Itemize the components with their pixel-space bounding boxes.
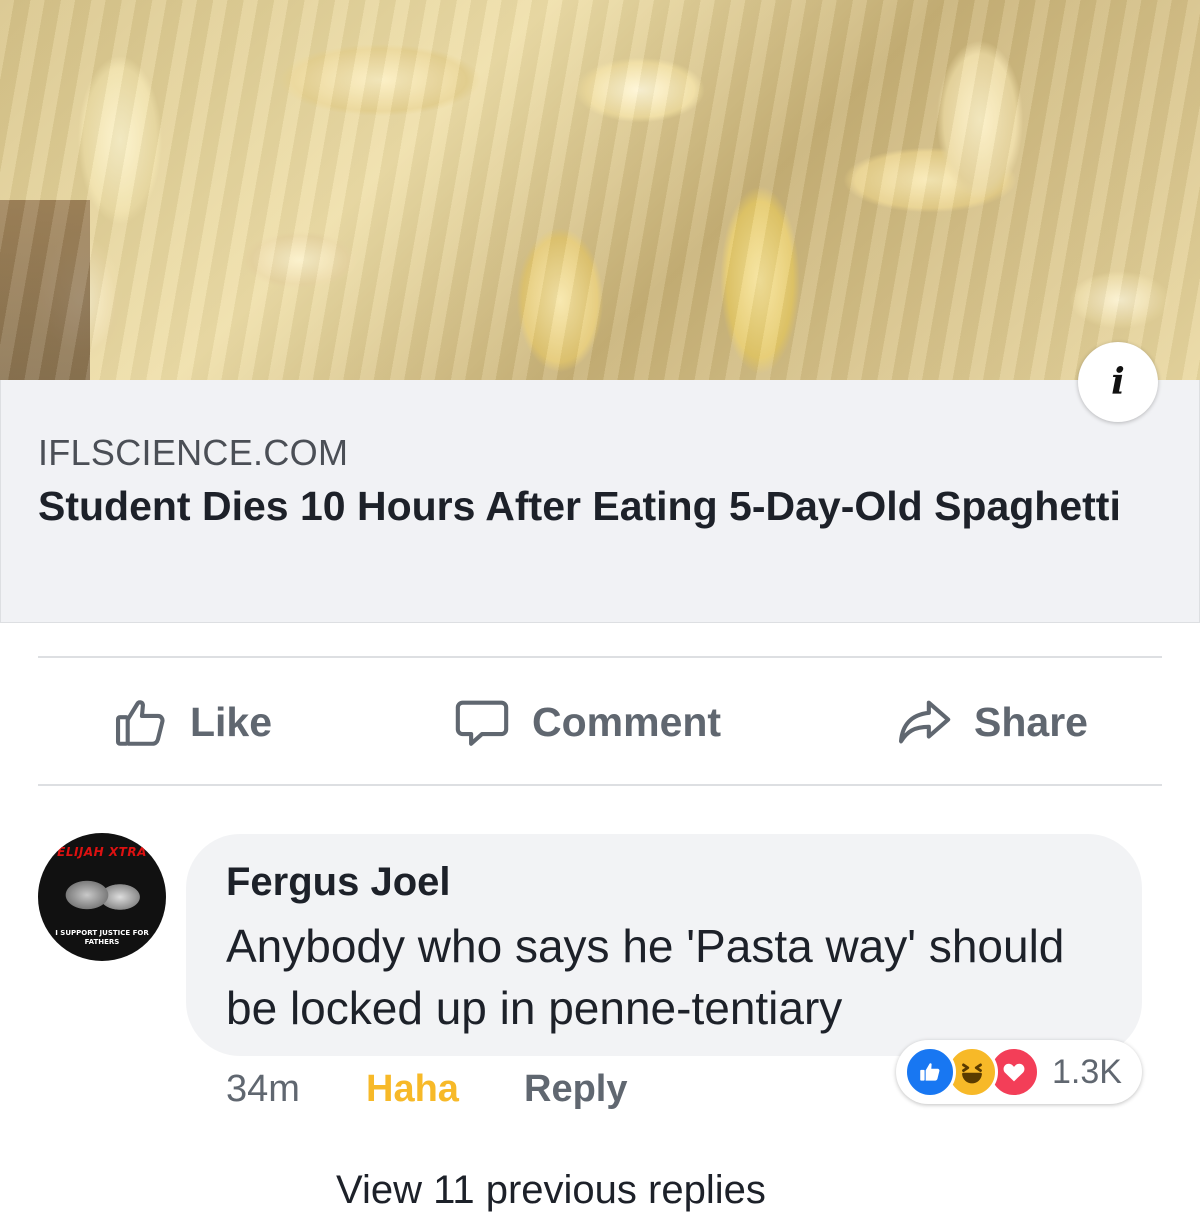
link-domain: IFLSCIENCE.COM [38,432,349,473]
share-label: Share [974,698,1088,745]
like-label: Like [190,698,273,745]
info-icon: i [1111,361,1125,403]
link-preview-image[interactable] [0,0,1200,380]
comment-timestamp[interactable]: 34m [226,1068,300,1111]
reply-button[interactable]: Reply [524,1068,627,1111]
like-reaction-icon [904,1046,956,1098]
thumbs-up-icon [115,700,165,746]
avatar[interactable]: ELIJAH XTRA I SUPPORT JUSTICE FOR FATHER… [38,833,166,961]
reaction-count: 1.3K [1052,1052,1122,1091]
share-icon [898,700,951,744]
link-title[interactable]: Student Dies 10 Hours After Eating 5-Day… [38,482,1138,530]
info-button[interactable]: i [1078,342,1158,422]
share-button[interactable]: Share [894,690,1088,754]
divider-top [38,656,1162,658]
like-button[interactable]: Like [112,690,272,754]
divider-bottom [38,784,1162,786]
avatar-top-text: ELIJAH XTRA [57,845,147,859]
comment-author[interactable]: Fergus Joel [226,860,451,905]
reaction-summary[interactable]: 1.3K [896,1040,1142,1104]
fist-bump-icon [52,873,152,919]
comment-icon [455,700,509,746]
comment-label: Comment [532,698,722,745]
haha-reaction-button[interactable]: Haha [366,1068,459,1111]
comment-button[interactable]: Comment [452,690,721,754]
view-previous-replies-link[interactable]: View 11 previous replies [336,1168,766,1213]
avatar-bottom-text: I SUPPORT JUSTICE FOR FATHERS [55,929,149,946]
comment-text: Anybody who says he 'Pasta way' should b… [226,920,1065,1034]
